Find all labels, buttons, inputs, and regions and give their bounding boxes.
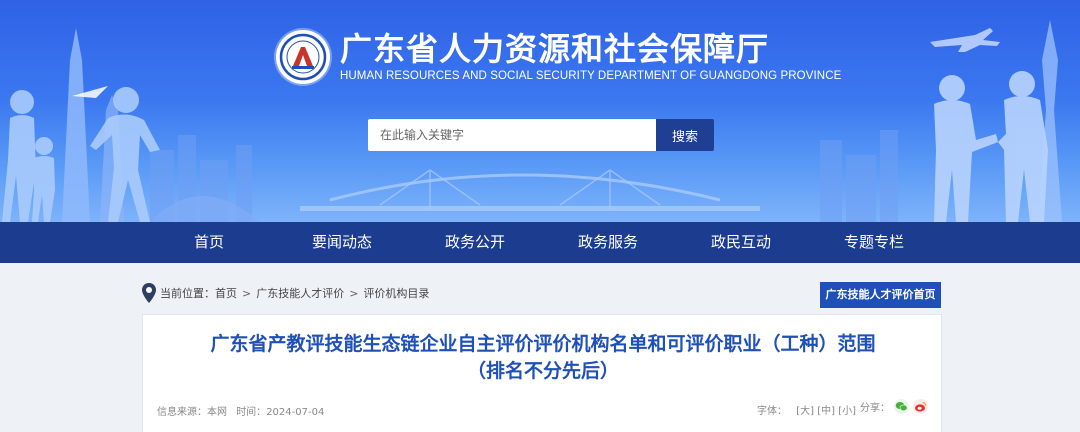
weibo-icon[interactable] bbox=[913, 399, 928, 414]
nav-item-special-topics[interactable]: 专题专栏 bbox=[814, 222, 934, 263]
wechat-icon[interactable] bbox=[894, 399, 909, 414]
nav-item-public-affairs[interactable]: 政务公开 bbox=[415, 222, 535, 263]
article-title-line2: （排名不分先后） bbox=[466, 360, 619, 382]
time-label: 时间： bbox=[236, 407, 267, 418]
article-title: 广东省产教评技能生态链企业自主评价评价机构名单和可评价职业（工种）范围 （排名不… bbox=[143, 331, 943, 385]
site-title-cn: 广东省人力资源和社会保障厅 bbox=[340, 30, 770, 68]
nav-item-news[interactable]: 要闻动态 bbox=[282, 222, 402, 263]
font-size-small[interactable]: [小] bbox=[838, 406, 856, 417]
search-box: 搜索 bbox=[368, 119, 714, 151]
department-emblem-icon bbox=[276, 30, 330, 84]
search-button[interactable]: 搜索 bbox=[656, 119, 714, 151]
breadcrumb-separator: > bbox=[349, 286, 359, 300]
source-label: 信息来源： bbox=[157, 407, 207, 418]
time-value: 2024-07-04 bbox=[266, 407, 325, 418]
location-pin-icon bbox=[142, 283, 156, 303]
breadcrumb-separator: > bbox=[242, 286, 252, 300]
main-nav: 首页 要闻动态 政务公开 政务服务 政民互动 专题专栏 bbox=[0, 222, 1080, 263]
nav-item-services[interactable]: 政务服务 bbox=[548, 222, 668, 263]
site-logo[interactable]: 广东省人力资源和社会保障厅 HUMAN RESOURCES AND SOCIAL… bbox=[276, 30, 841, 84]
font-size-control: 字体： [大] [中] [小] bbox=[757, 402, 856, 417]
font-size-medium[interactable]: [中] bbox=[817, 406, 835, 417]
breadcrumb-item-talent-evaluation[interactable]: 广东技能人才评价 bbox=[256, 285, 344, 301]
breadcrumb-prefix: 当前位置： bbox=[160, 287, 215, 300]
share-label: 分享： bbox=[860, 403, 890, 414]
breadcrumb-item-directory[interactable]: 评价机构目录 bbox=[363, 285, 429, 301]
talent-evaluation-home-button[interactable]: 广东技能人才评价首页 bbox=[820, 282, 941, 308]
site-title-en: HUMAN RESOURCES AND SOCIAL SECURITY DEPA… bbox=[340, 70, 842, 82]
source-value: 本网 bbox=[207, 407, 227, 418]
search-input[interactable] bbox=[368, 119, 656, 151]
breadcrumb-item-home[interactable]: 首页 bbox=[215, 285, 237, 301]
nav-item-interaction[interactable]: 政民互动 bbox=[681, 222, 801, 263]
breadcrumb: 当前位置： 首页 > 广东技能人才评价 > 评价机构目录 bbox=[142, 282, 429, 304]
font-size-label: 字体： bbox=[757, 406, 787, 417]
header-banner: 广东省人力资源和社会保障厅 HUMAN RESOURCES AND SOCIAL… bbox=[0, 0, 1080, 222]
article-meta: 信息来源：本网 时间：2024-07-04 bbox=[157, 403, 330, 418]
article-title-line1: 广东省产教评技能生态链企业自主评价评价机构名单和可评价职业（工种）范围 bbox=[210, 333, 876, 355]
font-size-large[interactable]: [大] bbox=[796, 406, 814, 417]
nav-item-home[interactable]: 首页 bbox=[149, 222, 269, 263]
share-bar: 分享： bbox=[860, 399, 928, 414]
